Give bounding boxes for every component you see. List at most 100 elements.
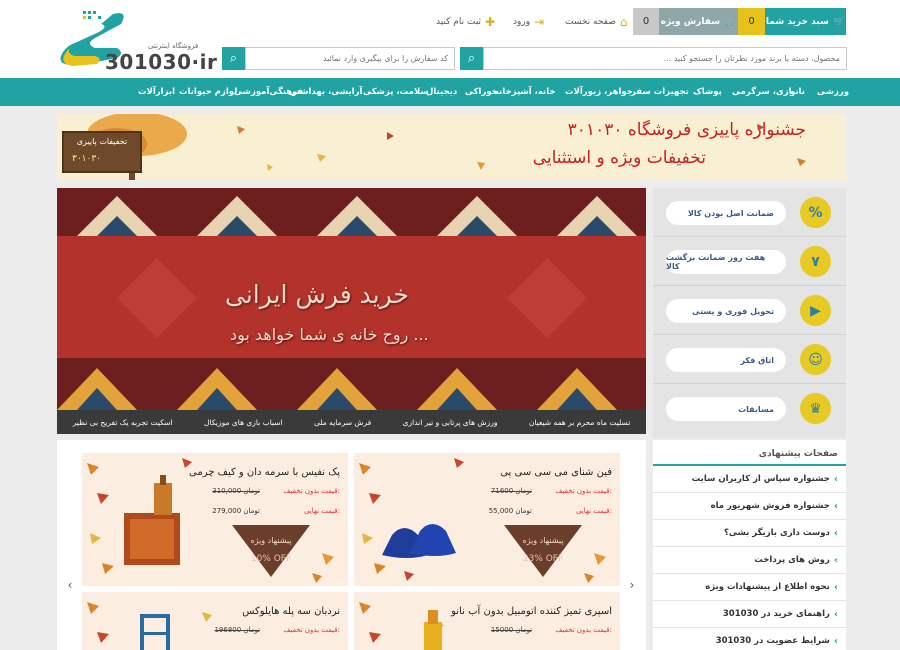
chevron-left-icon[interactable]: ‹ bbox=[64, 578, 76, 592]
product-search-field[interactable] bbox=[483, 47, 847, 70]
offer-card[interactable]: پک نفیس با سرمه دان و کیف چرمی قیمت بدون… bbox=[82, 453, 348, 586]
offer-final-price: 279,000 تومان bbox=[212, 507, 260, 515]
order-tracking-input[interactable] bbox=[246, 48, 454, 69]
nav-item-education[interactable]: فرهنگی‌آموزشی bbox=[234, 78, 303, 106]
leaf-decoration bbox=[359, 602, 444, 650]
chevron-left-icon: ‹ bbox=[833, 473, 838, 485]
search-icon: ⌕ bbox=[467, 51, 476, 66]
truck-icon: ▶ bbox=[800, 295, 831, 326]
logo-subtitle: فروشگاه اینترنتی bbox=[148, 42, 199, 50]
slider-tab[interactable]: فرش سرمایه ملی bbox=[314, 418, 371, 427]
nav-item-health[interactable]: سلامت، پزشکی bbox=[363, 78, 429, 106]
offer-card[interactable]: فین شنای می سی سی پی قیمت بدون تخفیف: 71… bbox=[354, 453, 620, 586]
nav-item-jewelry[interactable]: جواهر، زیورآلات bbox=[565, 78, 633, 106]
slider-tab[interactable]: اسکیت تجربه یک تفریح بی نظیر bbox=[73, 418, 173, 427]
offer-old-price: 196800 تومان bbox=[214, 626, 260, 634]
offer-old-price: 71600 تومان bbox=[490, 487, 532, 495]
chevron-left-icon: ‹ bbox=[833, 500, 838, 512]
nav-item-clothing[interactable]: پوشاک bbox=[693, 78, 722, 106]
slider-subline: روح خانه ی شما خواهد بود ... bbox=[230, 325, 429, 344]
page-link-label: روش های پرداخت bbox=[754, 555, 830, 565]
offer-final-price: 55,000 تومان bbox=[488, 507, 532, 515]
offer-title: فین شنای می سی سی پی bbox=[500, 467, 612, 478]
register-label: ثبت نام کنید bbox=[436, 16, 482, 27]
feature-label: مسابقات bbox=[666, 397, 786, 421]
slider-tabs: تسلیت ماه محرم بر همه شیعیان ورزش های پر… bbox=[57, 410, 646, 434]
special-order-label: سفارش ویژه bbox=[660, 16, 721, 27]
nav-item-travel[interactable]: تجهیزات سفر bbox=[631, 78, 689, 106]
banner-subtitle: تخفیفات ویژه و استثنایی bbox=[532, 148, 706, 168]
login-link[interactable]: ورود ⇥ bbox=[513, 8, 544, 35]
offer-badge-title: پیشنهاد ویژه bbox=[522, 536, 564, 545]
feature-return[interactable]: هفت روز ضمانت برگشت کالا ۷ bbox=[653, 237, 846, 286]
feature-think-tank[interactable]: اتاق فکر ☺ bbox=[653, 335, 846, 384]
nav-item-digital[interactable]: دیجیتال bbox=[426, 78, 457, 106]
trophy-icon: ♛ bbox=[800, 393, 831, 424]
logo-text: 301030·ir bbox=[105, 50, 218, 74]
register-link[interactable]: ثبت نام کنید ✚ bbox=[436, 8, 495, 35]
home-label: صفحه نخست bbox=[565, 16, 616, 27]
slider-tab[interactable]: ورزش های پرتابی و تیر اندازی bbox=[403, 418, 498, 427]
sign-number: ۳۰۱۰۳۰ bbox=[72, 154, 102, 164]
special-order-count: 0 bbox=[633, 8, 659, 35]
offer-old-price-label: قیمت بدون تخفیف: bbox=[555, 487, 612, 495]
seven-day-icon: ۷ bbox=[800, 246, 831, 277]
cart-icon: 🛒 bbox=[833, 16, 846, 27]
suggested-page-link[interactable]: نحوه اطلاع از پیشنهادات ویژه ‹ bbox=[653, 574, 846, 601]
leaf-decoration bbox=[87, 602, 212, 650]
feature-label: اتاق فکر bbox=[666, 348, 786, 372]
page-link-label: راهنمای خرید در 301030 bbox=[722, 609, 830, 619]
offer-card[interactable]: نردبان سه پله هایلوکس قیمت بدون تخفیف: 1… bbox=[82, 592, 348, 650]
suggested-page-link[interactable]: دوست داری بازیگر بشی؟ ‹ bbox=[653, 520, 846, 547]
feature-label: تحویل فوری و پستی bbox=[666, 299, 786, 323]
nav-item-food[interactable]: خوراکی bbox=[465, 78, 498, 106]
login-icon: ⇥ bbox=[534, 14, 545, 29]
slider-tab[interactable]: اسباب بازی های موزیکال bbox=[204, 418, 283, 427]
suggested-page-link[interactable]: راهنمای خرید در 301030 ‹ bbox=[653, 601, 846, 628]
cart-button[interactable]: سبد خرید شما 🛒 bbox=[765, 8, 846, 35]
home-link[interactable]: صفحه نخست ⌂ bbox=[565, 8, 628, 35]
nav-item-home-kitchen[interactable]: خانه، آشپزخانه bbox=[494, 78, 556, 106]
feature-authenticity[interactable]: ضمانت اصل بودن کالا % bbox=[653, 188, 846, 237]
suggested-page-link[interactable]: جشنواره فروش شهریور ماه ‹ bbox=[653, 493, 846, 520]
banner-title: جشنواره پاییزی فروشگاه ۳۰۱۰۳۰ bbox=[567, 120, 806, 140]
suggested-page-link[interactable]: جشنواره سپاس از کاربران سایت ‹ bbox=[653, 466, 846, 493]
nav-item-games[interactable]: بازی، سرگرمی bbox=[732, 78, 795, 106]
offer-old-price-label: قیمت بدون تخفیف: bbox=[283, 487, 340, 495]
suggested-pages-heading: صفحات پیشنهادی bbox=[653, 444, 846, 466]
nav-item-tools[interactable]: ابزارآلات bbox=[138, 78, 175, 106]
feature-delivery[interactable]: تحویل فوری و پستی ▶ bbox=[653, 286, 846, 335]
nav-item-pets[interactable]: لوازم حیوانات bbox=[179, 78, 237, 106]
product-search-input[interactable] bbox=[484, 48, 846, 69]
autumn-sign: تخفیفات پاییزی bbox=[62, 131, 142, 173]
offer-card[interactable]: اسپری تمیز کننده اتومبیل بدون آب نانو قی… bbox=[354, 592, 620, 650]
order-tracking-field[interactable] bbox=[245, 47, 455, 70]
offer-final-price-label: قیمت نهایی: bbox=[575, 507, 612, 515]
page-link-label: نحوه اطلاع از پیشنهادات ویژه bbox=[705, 582, 830, 592]
home-icon: ⌂ bbox=[619, 14, 628, 29]
offer-old-price-label: قیمت بدون تخفیف: bbox=[283, 626, 340, 634]
chevron-left-icon: ‹ bbox=[833, 554, 838, 566]
slider-tab[interactable]: تسلیت ماه محرم بر همه شیعیان bbox=[529, 418, 630, 427]
special-order-button[interactable]: سفارش ویژه 🛒 bbox=[659, 8, 738, 35]
offer-badge bbox=[232, 525, 310, 577]
chevron-right-icon[interactable]: › bbox=[626, 578, 638, 592]
chevron-left-icon: ‹ bbox=[833, 527, 838, 539]
chevron-left-icon: ‹ bbox=[833, 635, 838, 647]
offer-old-price-label: قیمت بدون تخفیف: bbox=[555, 626, 612, 634]
autumn-festival-banner[interactable]: جشنواره پاییزی فروشگاه ۳۰۱۰۳۰ تخفیفات وی… bbox=[57, 114, 846, 180]
suggested-page-link[interactable]: روش های پرداخت ‹ bbox=[653, 547, 846, 574]
feature-contests[interactable]: مسابقات ♛ bbox=[653, 384, 846, 433]
percent-icon: % bbox=[800, 197, 831, 228]
order-tracking-button[interactable]: ⌕ bbox=[222, 47, 245, 70]
product-search-button[interactable]: ⌕ bbox=[460, 47, 483, 70]
offer-old-price: 310,000 تومان bbox=[212, 487, 260, 495]
offer-old-price: 15000 تومان bbox=[490, 626, 532, 634]
page-link-label: شرایط عضویت در 301030 bbox=[715, 636, 830, 646]
nav-item-sports[interactable]: ورزشی bbox=[817, 78, 849, 106]
offer-badge-percent: 23% OFF bbox=[522, 554, 564, 564]
feature-label: هفت روز ضمانت برگشت کالا bbox=[666, 250, 786, 274]
search-icon: ⌕ bbox=[229, 51, 238, 66]
suggested-page-link[interactable]: شرایط عضویت در 301030 ‹ bbox=[653, 628, 846, 650]
add-user-icon: ✚ bbox=[485, 14, 496, 29]
